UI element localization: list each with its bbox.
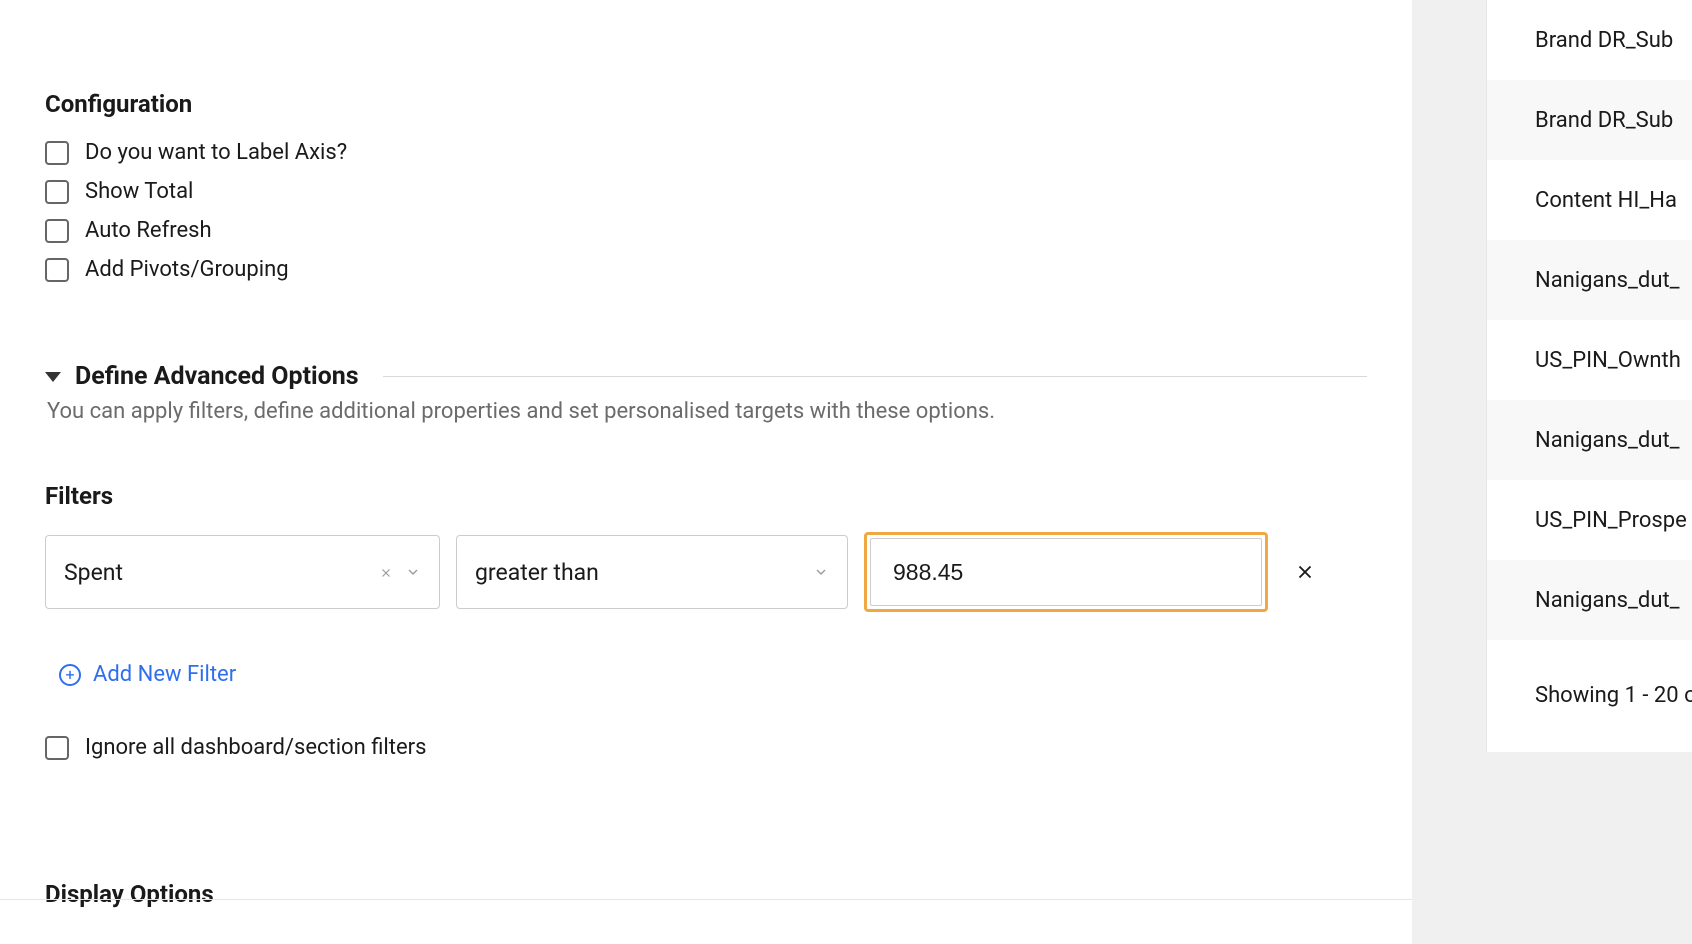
display-options-section: Display Options (45, 880, 1367, 908)
config-option-label: Auto Refresh (85, 218, 212, 243)
clear-field-icon[interactable] (379, 559, 393, 586)
footer-divider (0, 899, 1412, 900)
config-option-label: Show Total (85, 179, 193, 204)
collapse-icon (45, 372, 61, 382)
remove-filter-button[interactable] (1294, 561, 1316, 583)
pagination-footer: Showing 1 - 20 o (1487, 640, 1692, 750)
list-item[interactable]: Content HI_Ha (1487, 160, 1692, 240)
config-option-label: Add Pivots/Grouping (85, 257, 289, 282)
ignore-filters-label: Ignore all dashboard/section filters (85, 735, 426, 760)
filter-row: Spent greater than (45, 532, 1367, 612)
add-new-filter-label: Add New Filter (93, 662, 236, 687)
config-option-pivots[interactable]: Add Pivots/Grouping (45, 257, 1367, 282)
filter-field-select[interactable]: Spent (45, 535, 440, 609)
filter-value-input[interactable] (870, 538, 1262, 606)
config-option-label-axis[interactable]: Do you want to Label Axis? (45, 140, 1367, 165)
filter-value-highlight (864, 532, 1268, 612)
filter-field-value: Spent (64, 559, 123, 586)
config-option-show-total[interactable]: Show Total (45, 179, 1367, 204)
main-panel: Configuration Do you want to Label Axis?… (0, 0, 1412, 944)
list-item[interactable]: Brand DR_Sub (1487, 0, 1692, 80)
advanced-options-description: You can apply filters, define additional… (47, 399, 1367, 424)
advanced-options-section: Define Advanced Options You can apply fi… (45, 362, 1367, 424)
filters-section: Filters Spent greater than (45, 482, 1367, 760)
config-option-label: Do you want to Label Axis? (85, 140, 347, 165)
ignore-filters-option[interactable]: Ignore all dashboard/section filters (45, 735, 1367, 760)
list-item[interactable]: Brand DR_Sub (1487, 80, 1692, 160)
filter-operator-value: greater than (475, 559, 599, 586)
advanced-options-header[interactable]: Define Advanced Options (45, 362, 1367, 391)
config-option-auto-refresh[interactable]: Auto Refresh (45, 218, 1367, 243)
plus-circle-icon: + (59, 664, 81, 686)
list-item[interactable]: US_PIN_Prospe (1487, 480, 1692, 560)
checkbox-label-axis[interactable] (45, 141, 69, 165)
advanced-options-title: Define Advanced Options (75, 362, 359, 391)
checkbox-auto-refresh[interactable] (45, 219, 69, 243)
display-options-title: Display Options (45, 880, 1367, 908)
configuration-title: Configuration (45, 90, 1367, 118)
chevron-down-icon (813, 559, 829, 586)
right-data-panel: Brand DR_Sub Brand DR_Sub Content HI_Ha … (1486, 0, 1692, 752)
filters-title: Filters (45, 482, 1367, 510)
list-item[interactable]: Nanigans_dut_ (1487, 400, 1692, 480)
checkbox-ignore-filters[interactable] (45, 736, 69, 760)
list-item[interactable]: Nanigans_dut_ (1487, 560, 1692, 640)
checkbox-pivots[interactable] (45, 258, 69, 282)
add-new-filter-button[interactable]: + Add New Filter (59, 662, 1367, 687)
configuration-section: Configuration Do you want to Label Axis?… (45, 90, 1367, 282)
checkbox-show-total[interactable] (45, 180, 69, 204)
list-item[interactable]: Nanigans_dut_ (1487, 240, 1692, 320)
chevron-down-icon (405, 559, 421, 586)
filter-operator-select[interactable]: greater than (456, 535, 848, 609)
list-item[interactable]: US_PIN_Ownth (1487, 320, 1692, 400)
divider (383, 376, 1367, 377)
